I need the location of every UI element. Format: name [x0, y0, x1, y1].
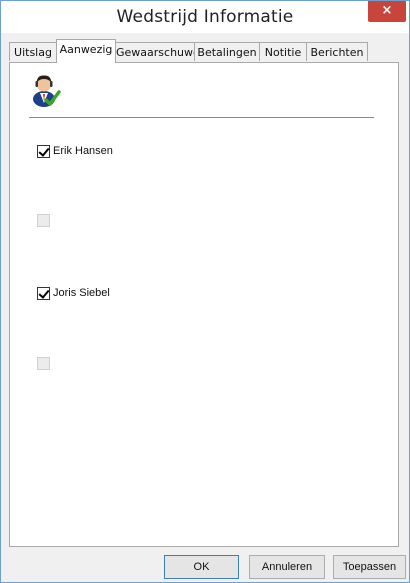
tab-betalingen[interactable]: Betalingen — [194, 42, 260, 61]
tab-gewaarschuwd[interactable]: Gewaarschuwd — [115, 42, 200, 61]
aanwezig-panel: Erik Hansen Joris Siebel — [9, 62, 399, 547]
attendee-row — [37, 355, 53, 371]
tab-berichten[interactable]: Berichten — [306, 42, 368, 61]
tab-notitie[interactable]: Notitie — [259, 42, 307, 61]
apply-button[interactable]: Toepassen — [333, 555, 406, 579]
dialog-window: Wedstrijd Informatie × Uitslag Aanwezig … — [0, 0, 410, 583]
attendee-label: Joris Siebel — [53, 287, 110, 299]
attendee-label: Erik Hansen — [53, 145, 113, 157]
ok-button[interactable]: OK — [164, 555, 239, 579]
separator-line — [29, 117, 374, 118]
attendee-checkbox — [37, 356, 50, 370]
attendee-row[interactable]: Erik Hansen — [37, 143, 113, 159]
tab-uitslag[interactable]: Uitslag — [9, 42, 57, 61]
attendee-checkbox[interactable] — [37, 286, 50, 300]
attendee-checkbox[interactable] — [37, 144, 50, 158]
tab-strip: Uitslag Aanwezig Gewaarschuwd Betalingen… — [9, 39, 399, 63]
attendee-checkbox — [37, 213, 50, 227]
person-check-icon — [33, 75, 61, 107]
attendee-row — [37, 212, 53, 228]
cancel-button[interactable]: Annuleren — [249, 555, 325, 579]
attendee-row[interactable]: Joris Siebel — [37, 285, 110, 301]
close-button[interactable]: × — [368, 1, 406, 22]
title-bar[interactable]: Wedstrijd Informatie × — [1, 1, 409, 33]
tab-aanwezig[interactable]: Aanwezig — [56, 39, 116, 63]
window-title: Wedstrijd Informatie — [116, 7, 294, 27]
